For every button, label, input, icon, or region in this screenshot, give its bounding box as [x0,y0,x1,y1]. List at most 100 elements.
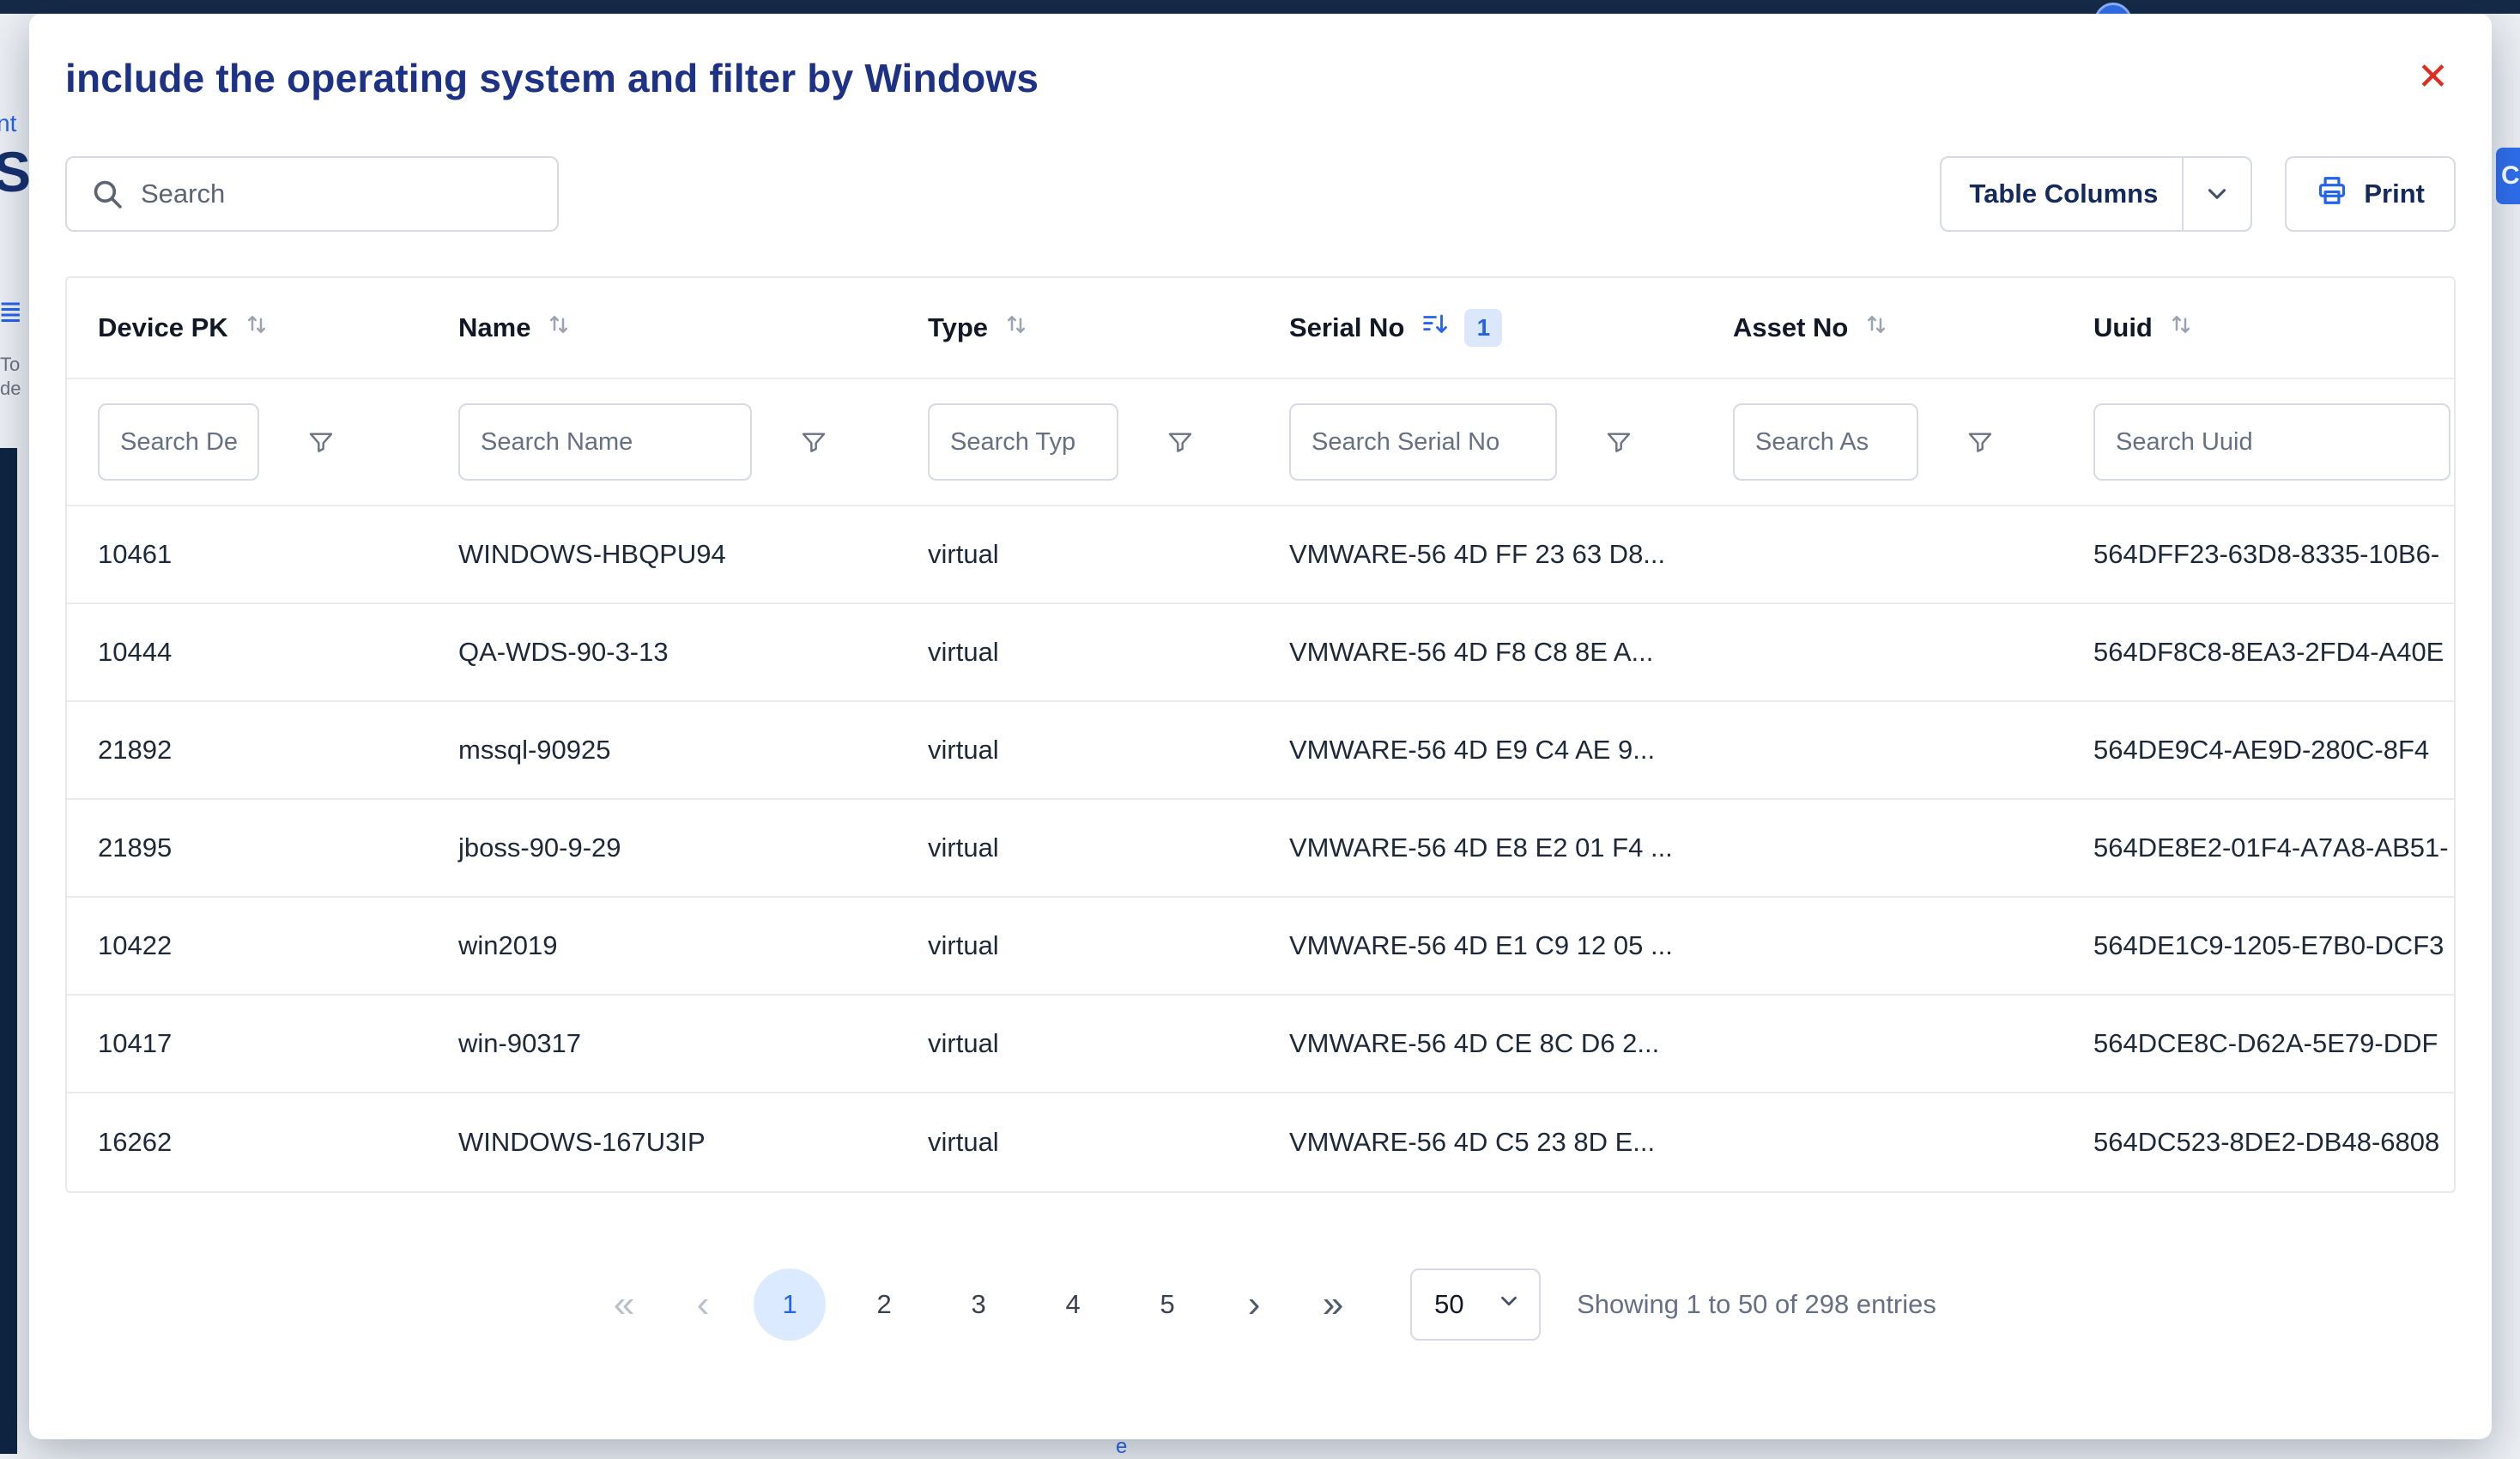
avatar [2094,3,2132,14]
sort-icon [244,312,270,344]
table-row[interactable]: 16262 WINDOWS-167U3IP virtual VMWARE-56 … [67,1093,2454,1191]
cell-type: virtual [897,832,1258,863]
cell-type: virtual [897,1127,1258,1158]
cell-name: win2019 [427,930,897,961]
filter-funnel-icon[interactable] [800,428,827,456]
cell-type: virtual [897,637,1258,668]
cell-name: jboss-90-9-29 [427,832,897,863]
print-icon [2316,174,2348,214]
filter-funnel-icon[interactable] [1966,428,1994,456]
cell-serial-no: VMWARE-56 4D CE 8C D6 2... [1258,1028,1702,1059]
table-header-row: Device PK Name Type Serial No [67,278,2454,379]
column-label: Type [928,312,988,343]
filter-input-uuid[interactable] [2093,403,2450,481]
cell-name: mssql-90925 [427,735,897,766]
filter-funnel-icon[interactable] [1166,428,1194,456]
cell-type: virtual [897,930,1258,961]
page-size-select[interactable]: 50 [1410,1268,1541,1341]
next-page-button[interactable]: › [1215,1286,1293,1323]
column-header-uuid[interactable]: Uuid [2063,312,2454,344]
print-button[interactable]: Print [2285,156,2456,232]
pagination-info: Showing 1 to 50 of 298 entries [1577,1289,1936,1320]
page-button-2[interactable]: 2 [848,1268,920,1341]
cell-device-pk: 21895 [67,832,427,863]
filter-cell-name [427,403,897,481]
cell-serial-no: VMWARE-56 4D FF 23 63 D8... [1258,539,1702,570]
cell-device-pk: 10461 [67,539,427,570]
background-text-fragment: nt [0,110,16,137]
sort-icon [2168,312,2194,344]
filter-cell-device-pk [67,403,427,481]
cell-serial-no: VMWARE-56 4D E9 C4 AE 9... [1258,735,1702,766]
cell-uuid: 564DFF23-63D8-8335-10B6- [2063,539,2454,570]
chevron-down-icon [2184,179,2250,209]
global-search [65,156,559,232]
close-button[interactable]: ✕ [2414,55,2452,100]
table-row[interactable]: 10417 win-90317 virtual VMWARE-56 4D CE … [67,996,2454,1093]
page-button-1[interactable]: 1 [754,1268,826,1341]
cell-device-pk: 21892 [67,735,427,766]
table-row[interactable]: 21895 jboss-90-9-29 virtual VMWARE-56 4D… [67,800,2454,898]
filter-funnel-icon[interactable] [307,428,335,456]
background-button-fragment: C [2496,148,2520,204]
table-row[interactable]: 10444 QA-WDS-90-3-13 virtual VMWARE-56 4… [67,604,2454,702]
cell-type: virtual [897,1028,1258,1059]
cell-type: virtual [897,735,1258,766]
column-label: Serial No [1289,312,1404,343]
filter-cell-serial-no [1258,403,1702,481]
column-header-type[interactable]: Type [897,312,1258,344]
filter-input-device-pk[interactable] [98,403,259,481]
column-label: Name [458,312,530,343]
device-list-modal: include the operating system and filter … [29,14,2492,1439]
column-label: Device PK [98,312,228,343]
table-row[interactable]: 10461 WINDOWS-HBQPU94 virtual VMWARE-56 … [67,506,2454,604]
sort-icon [1003,312,1029,344]
search-input[interactable] [65,156,559,232]
cell-name: win-90317 [427,1028,897,1059]
toolbar-actions: Table Columns Print [1940,156,2456,232]
page-button-5[interactable]: 5 [1131,1268,1203,1341]
background-heading-fragment: S [0,139,31,204]
sort-order-badge: 1 [1464,309,1502,347]
cell-device-pk: 10417 [67,1028,427,1059]
filter-input-type[interactable] [928,403,1118,481]
cell-name: QA-WDS-90-3-13 [427,637,897,668]
filter-cell-uuid [2063,403,2454,481]
table-filter-row [67,379,2454,506]
table-row[interactable]: 10422 win2019 virtual VMWARE-56 4D E1 C9… [67,898,2454,996]
modal-title: include the operating system and filter … [65,55,1039,101]
column-header-serial-no[interactable]: Serial No 1 [1258,309,1702,347]
cell-serial-no: VMWARE-56 4D E8 E2 01 F4 ... [1258,832,1702,863]
table-columns-button[interactable]: Table Columns [1940,156,2252,232]
column-header-name[interactable]: Name [427,312,897,344]
print-label: Print [2364,179,2425,209]
background-text-fragment: de [0,378,21,400]
filter-funnel-icon[interactable] [1605,428,1633,456]
page-button-3[interactable]: 3 [942,1268,1015,1341]
cell-type: virtual [897,539,1258,570]
cell-serial-no: VMWARE-56 4D C5 23 8D E... [1258,1127,1702,1158]
previous-page-button[interactable]: ‹ [663,1286,742,1323]
cell-uuid: 564DCE8C-D62A-5E79-DDF [2063,1028,2454,1059]
page-button-4[interactable]: 4 [1037,1268,1109,1341]
filter-input-serial-no[interactable] [1289,403,1557,481]
cell-uuid: 564DF8C8-8EA3-2FD4-A40E [2063,637,2454,668]
column-label: Uuid [2093,312,2153,343]
cell-serial-no: VMWARE-56 4D F8 C8 8E A... [1258,637,1702,668]
chevron-down-icon [1496,1288,1522,1321]
column-header-asset-no[interactable]: Asset No [1702,312,2063,344]
pagination: « ‹ 12345 › » 50 Showing 1 to 50 of 298 … [29,1268,2492,1341]
table-columns-label: Table Columns [1941,179,2182,209]
column-header-device-pk[interactable]: Device PK [67,312,427,344]
search-icon [89,176,125,216]
last-page-button[interactable]: » [1293,1286,1372,1323]
table-row[interactable]: 21892 mssql-90925 virtual VMWARE-56 4D E… [67,702,2454,800]
device-table: Device PK Name Type Serial No [65,276,2456,1193]
pagination-pages: 12345 [742,1268,1215,1341]
column-label: Asset No [1733,312,1848,343]
filter-input-name[interactable] [458,403,752,481]
cell-device-pk: 10422 [67,930,427,961]
filter-input-asset-no[interactable] [1733,403,1918,481]
sort-icon [1863,312,1889,344]
first-page-button[interactable]: « [585,1286,663,1323]
